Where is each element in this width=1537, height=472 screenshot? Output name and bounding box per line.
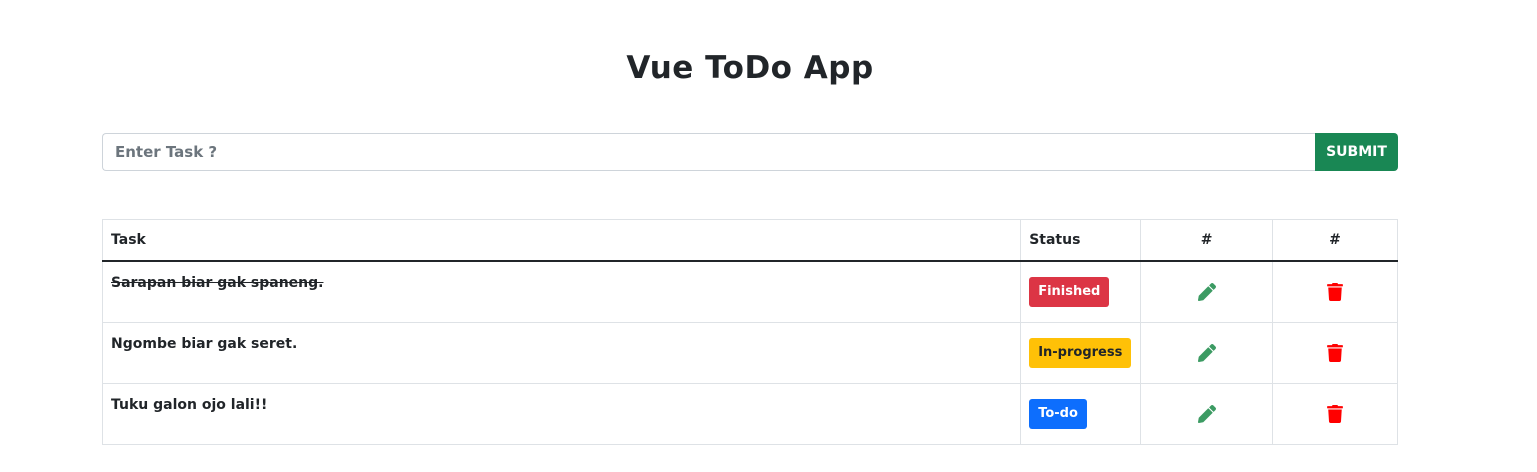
trash-icon[interactable] [1326, 344, 1344, 362]
page-title: Vue ToDo App [626, 50, 874, 86]
delete-cell [1272, 383, 1398, 445]
task-text: Sarapan biar gak spaneng. [111, 275, 324, 291]
todo-app: Vue ToDo App SUBMIT Task Status # # Sara… [0, 0, 1537, 472]
edit-cell [1140, 260, 1274, 323]
task-form: SUBMIT [102, 133, 1398, 171]
task-text: Tuku galon ojo lali!! [111, 397, 268, 413]
table-row: Tuku galon ojo lali!! To-do [101, 383, 1398, 445]
submit-button[interactable]: SUBMIT [1315, 133, 1398, 171]
table-row: Ngombe biar gak seret. In-progress [101, 322, 1398, 384]
table-row: Sarapan biar gak spaneng. Finished [101, 260, 1398, 323]
task-cell: Ngombe biar gak seret. [101, 322, 1022, 384]
task-input[interactable] [102, 133, 1315, 171]
status-badge[interactable]: To-do [1029, 399, 1087, 429]
edit-cell [1140, 383, 1274, 445]
column-header-task: Task [101, 219, 1022, 262]
task-table: Task Status # # Sarapan biar gak spaneng… [101, 219, 1398, 445]
table-header-row: Task Status # # [101, 219, 1398, 262]
table-body: Sarapan biar gak spaneng. Finished Ngomb… [101, 260, 1398, 445]
pencil-icon[interactable] [1197, 405, 1216, 424]
pencil-icon[interactable] [1197, 344, 1216, 363]
table-header: Task Status # # [101, 219, 1398, 262]
task-cell: Tuku galon ojo lali!! [101, 383, 1022, 445]
column-header-status: Status [1020, 219, 1142, 262]
task-cell: Sarapan biar gak spaneng. [101, 260, 1022, 323]
column-header-edit: # [1140, 219, 1274, 262]
trash-icon[interactable] [1326, 283, 1344, 301]
status-cell: In-progress [1020, 322, 1142, 384]
status-badge[interactable]: Finished [1029, 277, 1110, 307]
status-cell: Finished [1020, 260, 1142, 323]
pencil-icon[interactable] [1197, 283, 1216, 302]
delete-cell [1272, 260, 1398, 323]
status-cell: To-do [1020, 383, 1142, 445]
trash-icon[interactable] [1326, 405, 1344, 423]
task-text: Ngombe biar gak seret. [111, 336, 298, 352]
delete-cell [1272, 322, 1398, 384]
column-header-delete: # [1272, 219, 1398, 262]
edit-cell [1140, 322, 1274, 384]
status-badge[interactable]: In-progress [1029, 338, 1132, 368]
